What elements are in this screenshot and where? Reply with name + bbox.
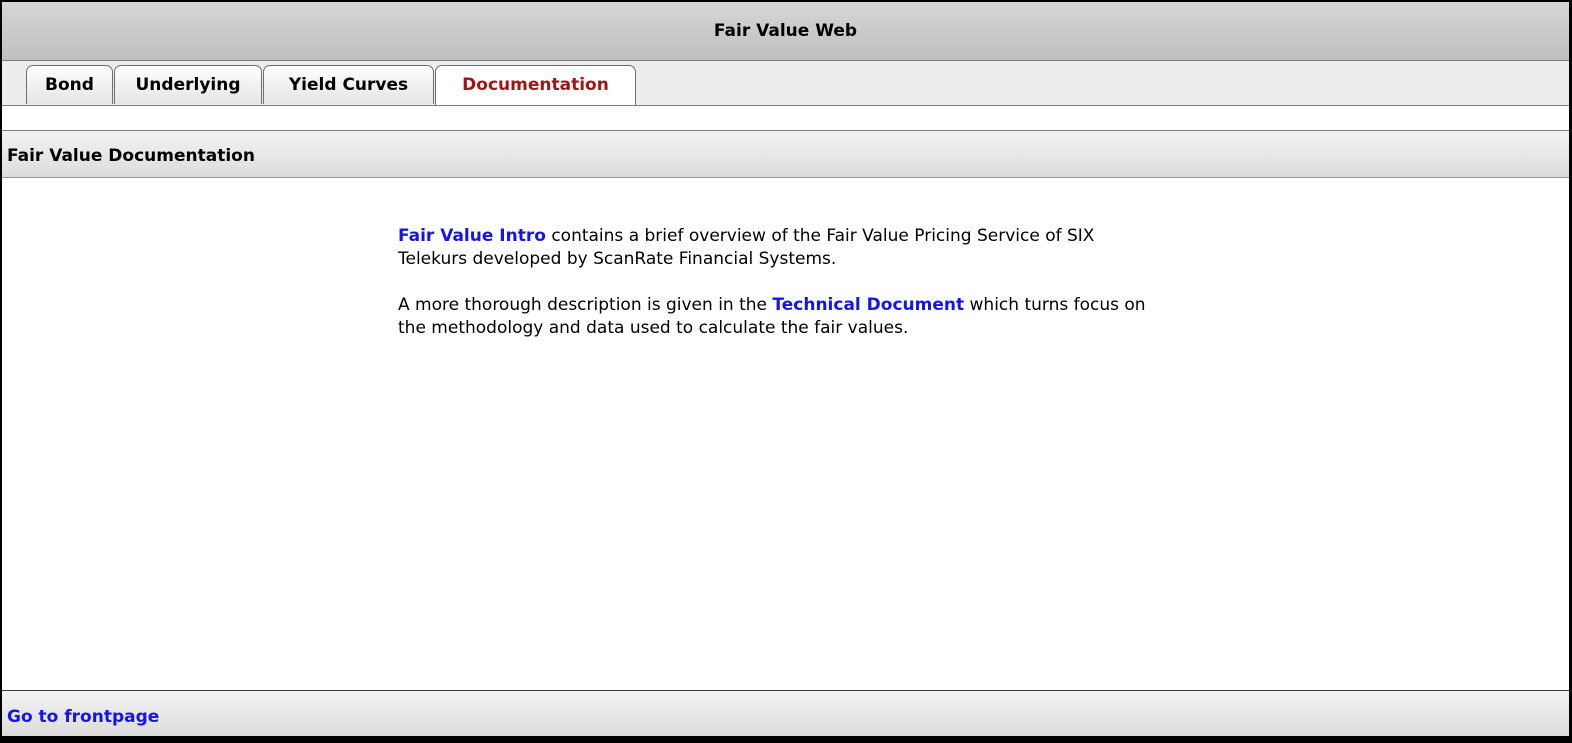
technical-document-link[interactable]: Technical Document xyxy=(772,295,964,315)
tab-documentation[interactable]: Documentation xyxy=(435,65,636,105)
tab-content-spacer xyxy=(2,106,1569,131)
app-window: Fair Value Web Bond Underlying Yield Cur… xyxy=(0,0,1572,738)
intro-paragraph: Fair Value Intro contains a brief overvi… xyxy=(398,225,1168,271)
tab-bond[interactable]: Bond xyxy=(26,65,113,104)
technical-paragraph: A more thorough description is given in … xyxy=(398,294,1168,340)
section-header: Fair Value Documentation xyxy=(2,131,1569,178)
go-to-frontpage-link[interactable]: Go to frontpage xyxy=(7,707,159,727)
window-title: Fair Value Web xyxy=(713,21,858,41)
documentation-text: Fair Value Intro contains a brief overvi… xyxy=(398,225,1168,363)
section-title: Fair Value Documentation xyxy=(7,146,255,166)
window-title-bar: Fair Value Web xyxy=(2,2,1569,61)
footer-bar: Go to frontpage xyxy=(2,690,1569,736)
tab-bar: Bond Underlying Yield Curves Documentati… xyxy=(2,61,1569,106)
tab-yield-curves[interactable]: Yield Curves xyxy=(263,65,434,104)
tab-underlying[interactable]: Underlying xyxy=(114,65,262,104)
documentation-panel: Fair Value Intro contains a brief overvi… xyxy=(2,178,1569,691)
fair-value-intro-link[interactable]: Fair Value Intro xyxy=(398,226,546,246)
technical-lead-text: A more thorough description is given in … xyxy=(398,295,773,315)
